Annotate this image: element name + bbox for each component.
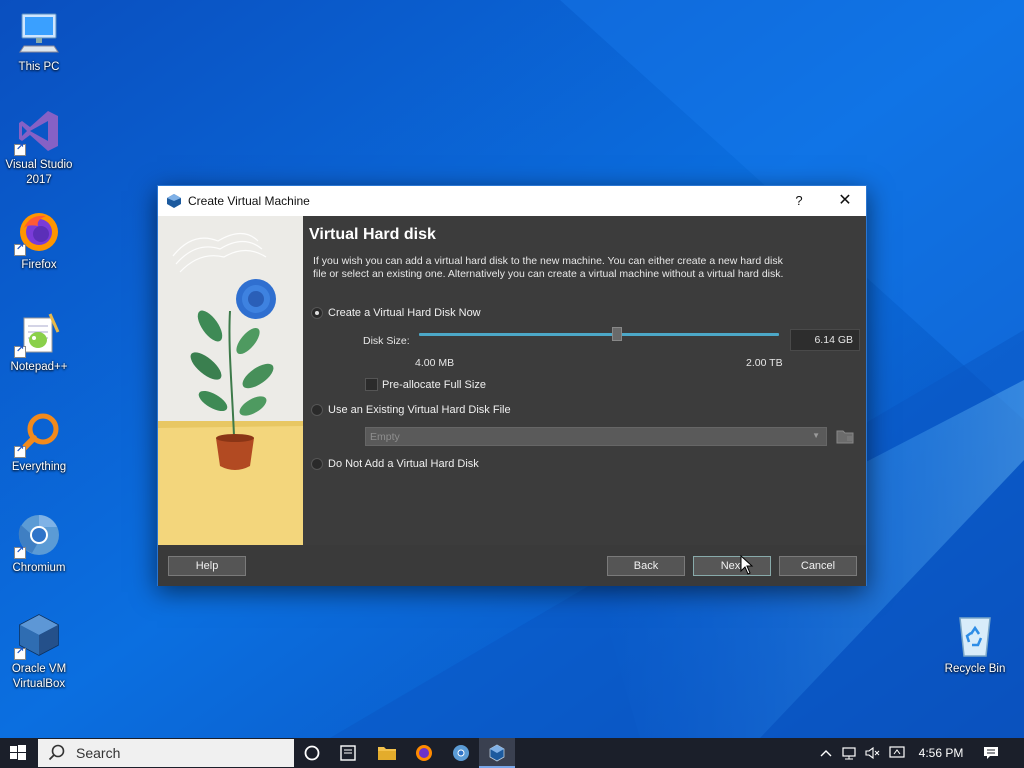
page-heading: Virtual Hard disk (309, 226, 436, 243)
disk-size-slider[interactable] (419, 333, 779, 336)
create-vm-dialog: Create Virtual Machine ? ✕ Virtual Hard … (157, 185, 867, 586)
visual-studio-icon (14, 108, 62, 156)
desktop-icon-notepad-plus[interactable]: Notepad++ (0, 310, 78, 375)
slider-min-label: 4.00 MB (415, 357, 455, 369)
chromium-icon (14, 511, 62, 559)
desktop-icon-label: Firefox (21, 259, 57, 271)
taskbar-search-box[interactable]: Search (38, 739, 294, 767)
desktop-icon-everything[interactable]: Everything (0, 410, 78, 475)
use-existing-disk-label[interactable]: Use an Existing Virtual Hard Disk File (328, 404, 511, 416)
shortcut-arrow-icon (14, 444, 26, 458)
create-new-disk-label[interactable]: Create a Virtual Hard Disk Now (328, 307, 481, 319)
virtualbox-icon (166, 193, 182, 209)
shortcut-arrow-icon (14, 545, 26, 559)
search-placeholder: Search (76, 745, 121, 761)
desktop-icon-label: Recycle Bin (944, 663, 1006, 675)
desktop-icon-label: Everything (11, 461, 67, 473)
wizard-side-illustration (158, 216, 303, 545)
disk-size-input[interactable]: 6.14 GB (790, 329, 860, 351)
choose-disk-folder-icon[interactable] (836, 427, 854, 445)
dialog-title: Create Virtual Machine (188, 194, 310, 208)
volume-muted-icon[interactable] (864, 745, 880, 761)
desktop-icon-visual-studio[interactable]: Visual Studio 2017 (0, 108, 78, 188)
page-description: If you wish you can add a virtual hard d… (313, 255, 784, 280)
taskbar: Search 4:56 PM (0, 738, 1024, 768)
no-disk-label[interactable]: Do Not Add a Virtual Hard Disk (328, 458, 479, 470)
virtualbox-icon[interactable] (479, 738, 515, 768)
task-view-icon[interactable] (330, 738, 366, 768)
existing-disk-combo-value: Empty (370, 431, 400, 443)
existing-disk-combo[interactable]: Empty ▼ (365, 427, 827, 446)
cancel-button[interactable]: Cancel (779, 556, 857, 576)
desktop-icon-label: Oracle VM VirtualBox (11, 663, 67, 690)
recycle-bin-icon (952, 612, 998, 658)
shortcut-arrow-icon (14, 242, 26, 256)
slider-max-label: 2.00 TB (746, 357, 783, 369)
help-button[interactable]: Help (168, 556, 246, 576)
everything-search-icon (14, 410, 62, 458)
desktop-icon-recycle-bin[interactable]: Recycle Bin (936, 612, 1014, 677)
preallocate-checkbox[interactable] (365, 378, 378, 391)
desktop-icon-chromium[interactable]: Chromium (0, 511, 78, 576)
desktop-icon-label: This PC (18, 61, 60, 73)
no-disk-radio[interactable] (311, 458, 323, 470)
shortcut-arrow-icon (14, 344, 26, 358)
screen-icon[interactable] (889, 745, 905, 761)
desktop-icon-firefox[interactable]: Firefox (0, 208, 78, 273)
desktop-icon-label: Notepad++ (10, 361, 68, 373)
use-existing-disk-radio[interactable] (311, 404, 323, 416)
close-button[interactable]: ✕ (822, 186, 868, 216)
shortcut-arrow-icon (14, 646, 26, 660)
preallocate-label[interactable]: Pre-allocate Full Size (382, 379, 486, 391)
windows-start-icon[interactable] (0, 738, 36, 768)
next-button[interactable]: Next (693, 556, 771, 576)
disk-size-label: Disk Size: (363, 335, 410, 347)
desktop-icon-label: Chromium (12, 562, 66, 574)
chevron-down-icon: ▼ (812, 431, 820, 440)
dialog-titlebar[interactable]: Create Virtual Machine ? ✕ (158, 186, 866, 216)
create-new-disk-radio[interactable] (311, 307, 323, 319)
computer-icon (16, 10, 62, 56)
notifications-icon[interactable] (983, 745, 999, 761)
disk-size-slider-handle[interactable] (612, 327, 622, 341)
search-icon (48, 744, 66, 767)
notepad-plus-icon (14, 310, 62, 358)
shortcut-arrow-icon (14, 142, 26, 156)
firefox-icon[interactable] (406, 738, 442, 768)
cortana-icon[interactable] (294, 738, 330, 768)
mouse-cursor-icon (740, 555, 754, 575)
back-button[interactable]: Back (607, 556, 685, 576)
desktop-icon-label: Visual Studio 2017 (5, 159, 73, 186)
desktop-icon-this-pc[interactable]: This PC (0, 10, 78, 75)
virtualbox-icon (14, 612, 62, 660)
chromium-icon[interactable] (443, 738, 479, 768)
desktop-icon-virtualbox[interactable]: Oracle VM VirtualBox (0, 612, 78, 692)
help-title-button[interactable]: ? (782, 186, 816, 216)
file-explorer-icon[interactable] (369, 738, 405, 768)
potted-plant-illustration (158, 216, 303, 545)
chevron-up-icon[interactable] (818, 745, 834, 761)
firefox-icon (14, 208, 62, 256)
clock[interactable]: 4:56 PM (912, 746, 970, 760)
network-icon[interactable] (842, 745, 858, 761)
